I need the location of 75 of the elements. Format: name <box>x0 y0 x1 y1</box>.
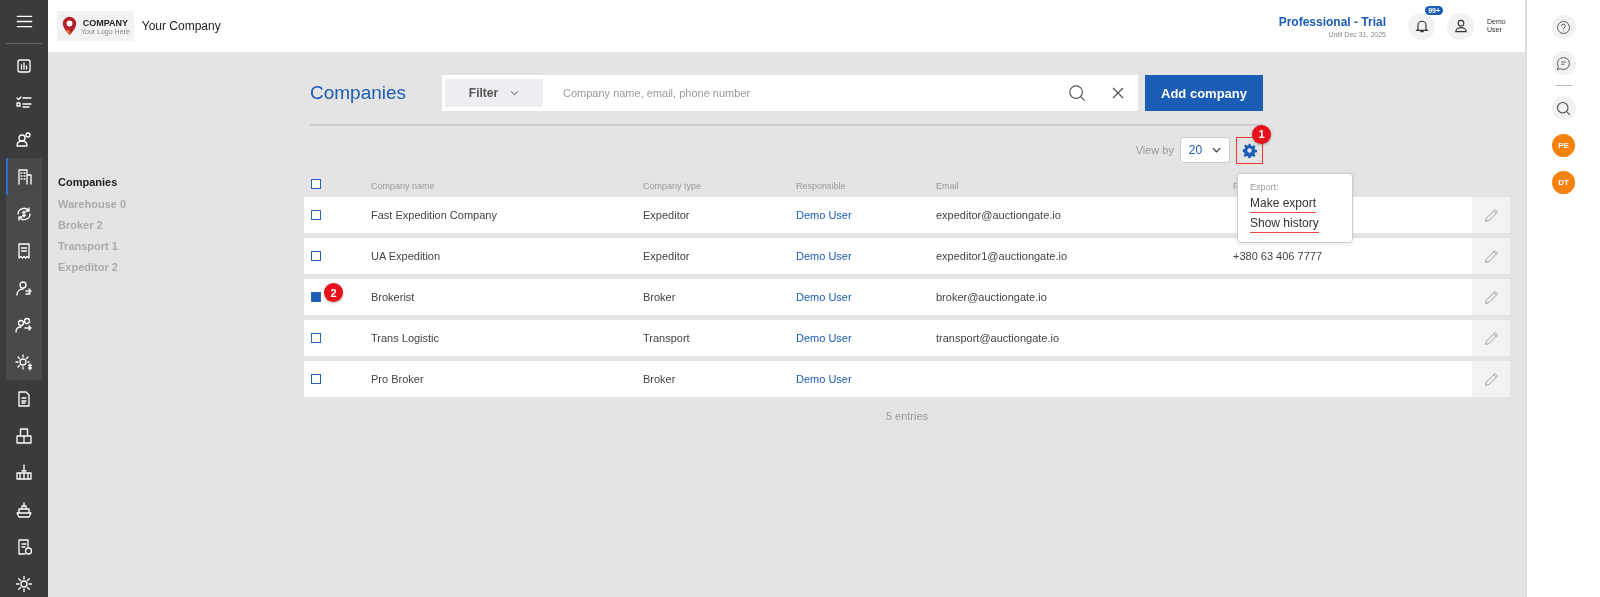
table-cell: Broker <box>643 291 676 303</box>
search-field[interactable]: Filter Company name, email, phone number <box>442 75 1138 111</box>
profile-button[interactable] <box>1447 12 1474 40</box>
table-row[interactable]: UA Expedition Expeditor Demo User expeditor1@auctiongate.io +380 63 406 7777 <box>304 238 1510 274</box>
menu-icon[interactable] <box>15 15 33 28</box>
settings-button[interactable] <box>1236 136 1263 164</box>
select-all-checkbox[interactable] <box>311 179 321 189</box>
table-cell: Pro Broker <box>371 373 424 385</box>
row-checkbox[interactable] <box>311 374 321 384</box>
annotation-marker: 1 <box>1252 124 1271 144</box>
nav-item[interactable] <box>6 158 42 195</box>
user-icon <box>1452 18 1469 34</box>
add-company-button[interactable]: Add company <box>1145 75 1263 111</box>
responsible-link[interactable]: Demo User <box>796 291 852 303</box>
close-icon[interactable] <box>1112 87 1124 99</box>
plan-name[interactable]: Professional - Trial <box>1278 14 1386 29</box>
table-cell: Brokerist <box>371 291 415 303</box>
table-cell: Fast Expedition Company <box>371 209 497 221</box>
table-cell: broker@auctiongate.io <box>936 291 1047 303</box>
table-row[interactable]: Pro Broker Broker Demo User <box>304 361 1510 397</box>
responsible-link[interactable]: Demo User <box>796 250 852 262</box>
logo-name: COMPANY <box>82 17 129 28</box>
table-cell: expeditor@auctiongate.io <box>936 209 1061 221</box>
annotation-marker: 2 <box>324 283 343 302</box>
menu-item[interactable]: Make export <box>1250 195 1317 213</box>
page-title: Companies <box>310 82 408 104</box>
pencil-icon <box>1482 329 1500 347</box>
buildings-icon <box>15 166 35 187</box>
entries-count: 5 entries <box>884 410 930 422</box>
nav-item[interactable] <box>6 343 42 380</box>
responsible-link[interactable]: Demo User <box>796 209 852 221</box>
notifications-button[interactable] <box>1408 12 1435 40</box>
chevron-icon <box>1212 147 1222 153</box>
chat-button[interactable] <box>1551 51 1576 75</box>
bell-icon <box>1413 18 1430 34</box>
page-size-value: 20 <box>1188 143 1203 157</box>
users-icon <box>14 129 34 150</box>
table-cell: transport@auctiongate.io <box>936 332 1060 344</box>
container-crane-icon <box>14 462 34 483</box>
menu-item[interactable]: Show history <box>1250 215 1319 233</box>
search-icon[interactable] <box>1068 84 1086 102</box>
pin-icon <box>61 16 78 36</box>
help-button[interactable] <box>1551 15 1576 39</box>
table-cell: Broker <box>643 373 676 385</box>
view-by-label: View by <box>1135 144 1174 156</box>
boxes-icon <box>14 425 34 446</box>
responsible-link[interactable]: Demo User <box>796 332 852 344</box>
page-size-select[interactable]: 20 <box>1180 137 1230 163</box>
search-icon <box>1556 100 1571 116</box>
row-checkbox[interactable] <box>311 210 321 220</box>
pencil-icon <box>1482 206 1500 224</box>
table-cell: expeditor1@auctiongate.io <box>936 250 1068 262</box>
row-checkbox[interactable] <box>311 292 321 302</box>
table-cell: Expeditor <box>643 250 690 262</box>
row-checkbox[interactable] <box>311 333 321 343</box>
table-cell: +380 63 406 7777 <box>1233 250 1322 262</box>
row-checkbox[interactable] <box>311 251 321 261</box>
pencil-icon <box>1482 247 1500 265</box>
menu-title: Export: <box>1250 181 1280 192</box>
pencil-icon <box>1482 288 1500 306</box>
sidebar-title: Companies <box>58 176 119 188</box>
table-row[interactable]: 2 Brokerist Broker Demo User broker@auctiongate.io <box>304 279 1510 315</box>
help-icon <box>1556 19 1571 35</box>
table-cell: Expeditor <box>643 209 690 221</box>
filter-button[interactable]: Filter <box>445 79 543 107</box>
search-button[interactable] <box>1551 96 1576 120</box>
table-cell: Trans Logistic <box>371 332 440 344</box>
table-row[interactable]: Trans Logistic Transport Demo User transport@auctiongate.io <box>304 320 1510 356</box>
chevron-icon <box>510 90 520 96</box>
responsible-link[interactable]: Demo User <box>796 373 852 385</box>
table-cell: Transport <box>643 332 690 344</box>
table-cell: UA Expedition <box>371 250 441 262</box>
chat-icon <box>1556 55 1571 71</box>
company-name: Your Company <box>141 19 221 33</box>
pencil-icon <box>1482 370 1500 388</box>
